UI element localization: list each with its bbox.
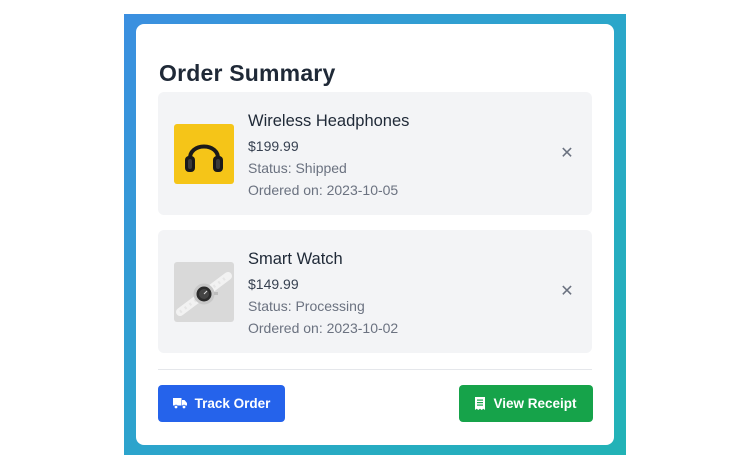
item-price: $199.99 (248, 138, 299, 154)
close-icon[interactable]: ✕ (557, 144, 577, 164)
divider (158, 369, 592, 370)
item-order-date: Ordered on: 2023-10-02 (248, 320, 399, 336)
item-info: Wireless Headphones $199.99 Status: Ship… (248, 110, 409, 201)
item-name: Smart Watch (248, 250, 343, 268)
order-item: Smart Watch $149.99 Status: Processing O… (158, 230, 592, 353)
item-info: Smart Watch $149.99 Status: Processing O… (248, 248, 398, 339)
view-receipt-button[interactable]: View Receipt (459, 385, 593, 422)
item-status: Status: Processing (248, 298, 365, 314)
close-icon[interactable]: ✕ (557, 282, 577, 302)
page-title: Order Summary (159, 60, 336, 86)
item-price: $149.99 (248, 276, 299, 292)
item-status: Status: Shipped (248, 160, 347, 176)
item-order-date: Ordered on: 2023-10-05 (248, 182, 399, 198)
item-name: Wireless Headphones (248, 112, 410, 130)
headphones-image (174, 124, 234, 184)
order-summary-card: Order Summary Wireless Headphones $199.9… (136, 24, 614, 445)
gradient-frame: Order Summary Wireless Headphones $199.9… (124, 14, 626, 455)
smartwatch-image (174, 262, 234, 322)
truck-icon (172, 398, 187, 409)
receipt-icon (475, 397, 486, 410)
order-item: Wireless Headphones $199.99 Status: Ship… (158, 92, 592, 215)
track-order-label: Track Order (194, 396, 271, 411)
view-receipt-label: View Receipt (493, 396, 577, 411)
track-order-button[interactable]: Track Order (158, 385, 285, 422)
